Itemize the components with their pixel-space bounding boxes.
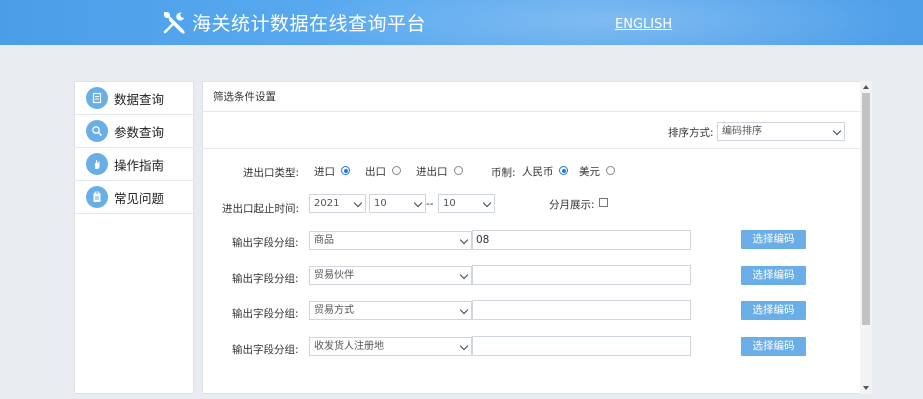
sidebar-item-label: 常见问题: [114, 190, 165, 206]
search-icon: [86, 120, 108, 142]
currency-rmb-radio[interactable]: [559, 166, 568, 175]
period-separator: --: [426, 198, 434, 210]
currency-label: 币制:: [491, 167, 516, 179]
output-group-select-value: 贸易方式: [314, 305, 354, 316]
start-month-select[interactable]: 10: [369, 194, 426, 213]
output-group-select-value: 收发货人注册地: [314, 341, 384, 352]
output-group-select-value: 贸易伙伴: [314, 270, 354, 281]
trade-type-import-label: 进口: [314, 166, 335, 178]
chevron-down-icon: [459, 270, 469, 280]
year-select-value: 2021: [314, 198, 340, 209]
trade-type-both-label: 进出口: [416, 166, 448, 178]
sidebar-item-label: 数据查询: [114, 91, 165, 107]
start-month-value: 10: [374, 198, 387, 209]
filter-panel: 筛选条件设置 排序方式: 编码排序 进出口类型: 进口 出口 进出口 币制: 人…: [202, 81, 872, 394]
sort-select[interactable]: 编码排序: [717, 122, 845, 141]
output-group-label: 输出字段分组:: [232, 237, 299, 249]
scroll-thumb[interactable]: [862, 93, 870, 325]
sort-select-value: 编码排序: [722, 126, 762, 137]
sidebar-item-param-query[interactable]: 参数查询: [75, 115, 193, 148]
sidebar-item-label: 操作指南: [114, 157, 165, 173]
code-input[interactable]: [472, 265, 691, 285]
output-group-select-value: 商品: [314, 235, 334, 246]
panel-title: 筛选条件设置: [203, 82, 871, 112]
period-label: 进出口起止时间:: [222, 203, 300, 215]
output-group-label: 输出字段分组:: [232, 273, 299, 285]
clipboard-icon: [86, 186, 108, 208]
sidebar-item-guide[interactable]: 操作指南: [75, 148, 193, 181]
chevron-down-icon: [832, 126, 842, 136]
select-code-button[interactable]: 选择编码: [741, 230, 806, 249]
year-select[interactable]: 2021: [309, 194, 366, 213]
trade-type-export-radio[interactable]: [392, 166, 401, 175]
document-icon: [86, 87, 108, 109]
english-link[interactable]: ENGLISH: [615, 17, 672, 32]
sidebar-item-data-query[interactable]: 数据查询: [75, 82, 193, 115]
monthly-display-label: 分月展示:: [549, 199, 595, 211]
sort-row: 排序方式: 编码排序: [203, 112, 861, 149]
select-code-button[interactable]: 选择编码: [741, 301, 806, 320]
trade-type-import-radio[interactable]: [341, 166, 350, 175]
sort-label: 排序方式:: [668, 127, 714, 139]
output-group-label: 输出字段分组:: [232, 344, 299, 356]
code-input[interactable]: 08: [472, 230, 691, 250]
hand-icon: [86, 153, 108, 175]
app-title: 海关统计数据在线查询平台: [192, 13, 427, 35]
code-input[interactable]: [472, 336, 691, 356]
end-month-value: 10: [443, 198, 456, 209]
scroll-up-icon[interactable]: [863, 85, 869, 89]
sidebar-item-faq[interactable]: 常见问题: [75, 181, 193, 214]
chevron-down-icon: [353, 198, 363, 208]
panel-scrollbar[interactable]: [860, 81, 872, 394]
chevron-down-icon: [459, 235, 469, 245]
chevron-down-icon: [482, 198, 492, 208]
trade-type-both-radio[interactable]: [454, 166, 463, 175]
output-group-select[interactable]: 商品: [309, 231, 472, 250]
monthly-display-checkbox[interactable]: [599, 198, 608, 207]
header-bar: 海关统计数据在线查询平台 ENGLISH: [0, 0, 923, 45]
output-group-select[interactable]: 收发货人注册地: [309, 337, 472, 356]
chevron-down-icon: [413, 198, 423, 208]
scroll-down-icon[interactable]: [863, 386, 869, 390]
output-group-select[interactable]: 贸易方式: [309, 301, 472, 320]
currency-usd-radio[interactable]: [606, 166, 615, 175]
sidebar: 数据查询 参数查询 操作指南 常见问题: [74, 81, 194, 394]
chevron-down-icon: [459, 341, 469, 351]
currency-rmb-label: 人民币: [522, 166, 554, 178]
tools-icon: [163, 11, 185, 34]
end-month-select[interactable]: 10: [438, 194, 495, 213]
sidebar-item-label: 参数查询: [114, 124, 165, 140]
chevron-down-icon: [459, 305, 469, 315]
select-code-button[interactable]: 选择编码: [741, 266, 806, 285]
output-group-label: 输出字段分组:: [232, 308, 299, 320]
code-input[interactable]: [472, 300, 691, 320]
select-code-button[interactable]: 选择编码: [741, 337, 806, 356]
trade-type-label: 进出口类型:: [243, 167, 300, 179]
trade-type-export-label: 出口: [365, 166, 386, 178]
currency-usd-label: 美元: [579, 166, 600, 178]
output-group-select[interactable]: 贸易伙伴: [309, 266, 472, 285]
